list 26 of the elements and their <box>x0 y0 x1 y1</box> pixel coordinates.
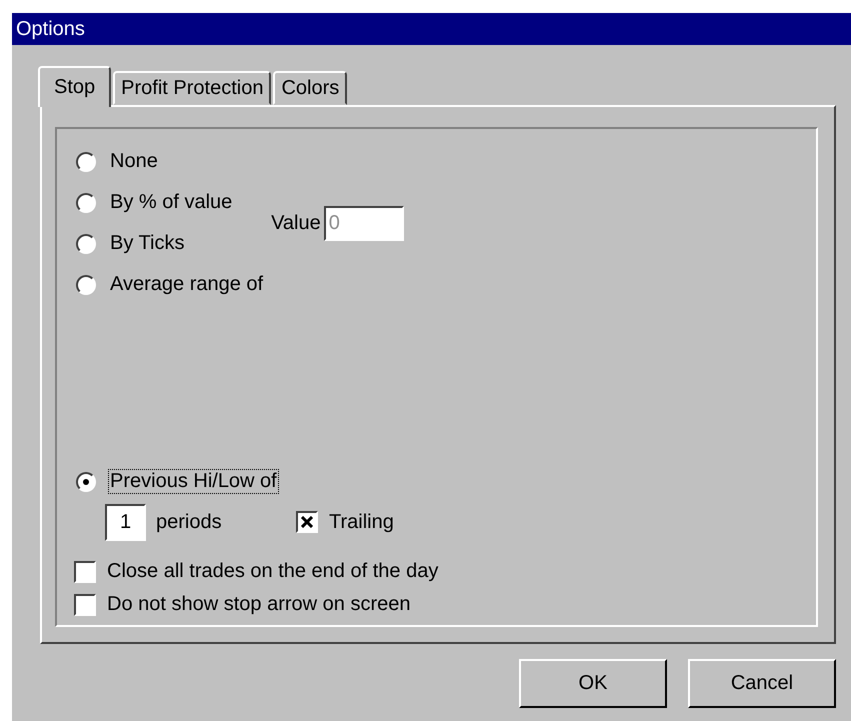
dialog-button[interactable]: OK <box>519 659 667 708</box>
checkbox[interactable] <box>74 594 96 616</box>
periods-field[interactable]: 1 <box>105 504 146 540</box>
radio-label[interactable]: None <box>108 149 160 174</box>
dialog-button[interactable]: Cancel <box>688 659 836 708</box>
radio-button[interactable] <box>76 192 96 212</box>
checkbox[interactable] <box>74 560 96 582</box>
checkbox-label[interactable]: Do not show stop arrow on screen <box>107 593 410 616</box>
window-title: Options <box>16 18 85 40</box>
checkbox-label[interactable]: Trailing <box>329 510 394 534</box>
radio-button[interactable] <box>76 234 96 254</box>
radio-label[interactable]: By Ticks <box>108 231 186 256</box>
field-label: periods <box>156 510 222 534</box>
tab[interactable]: Stop <box>38 66 112 107</box>
cross-mark-icon <box>301 516 313 528</box>
radio-label[interactable]: Average range of <box>108 272 266 297</box>
radio-button[interactable] <box>76 274 96 294</box>
tab[interactable]: Colors <box>273 71 348 105</box>
checkbox-label[interactable]: Close all trades on the end of the day <box>107 560 438 583</box>
checkbox[interactable] <box>296 511 318 533</box>
radio-button[interactable] <box>76 152 96 172</box>
field-label: Value <box>271 212 321 234</box>
radio-button[interactable] <box>76 472 96 492</box>
tab[interactable]: Profit Protection <box>113 71 272 105</box>
radio-label[interactable]: Previous Hi/Low of <box>108 469 279 494</box>
radio-label[interactable]: By % of value <box>108 190 234 215</box>
